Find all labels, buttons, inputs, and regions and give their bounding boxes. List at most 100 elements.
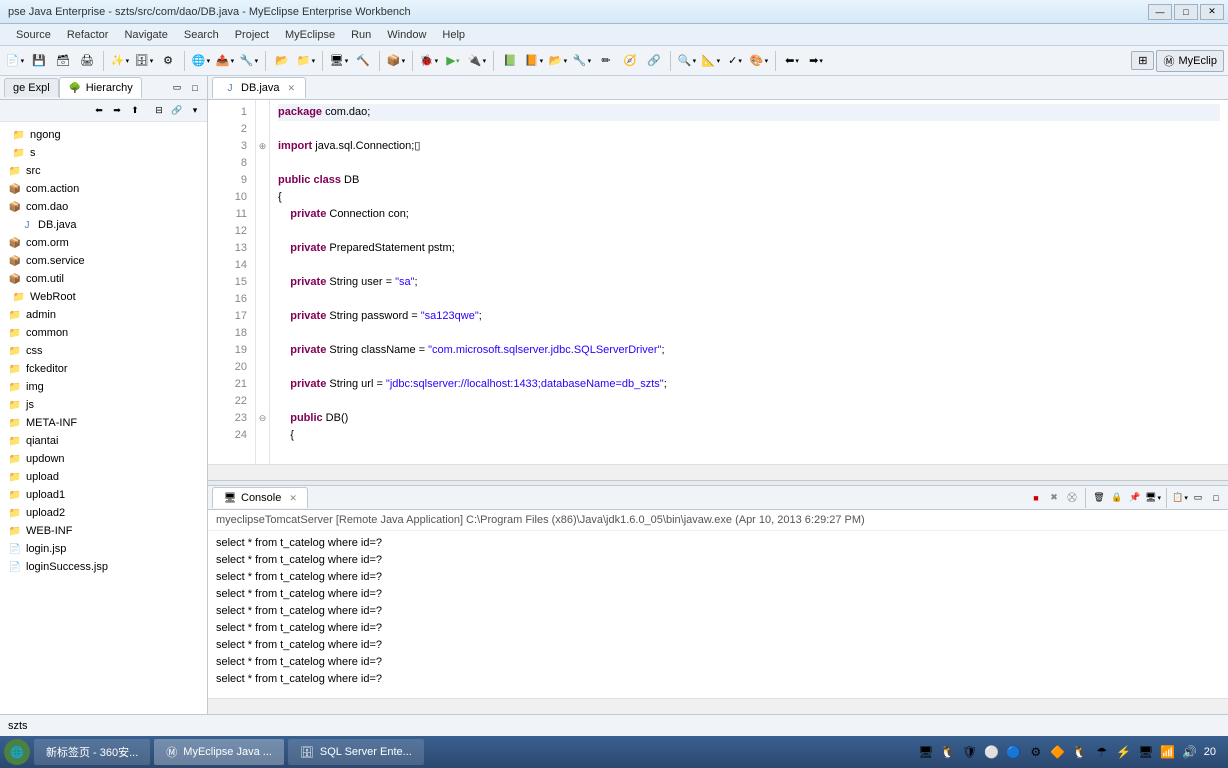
forward-icon[interactable]: ➡▾ [805, 50, 827, 72]
editor-tab-db-java[interactable]: J DB.java ✕ [212, 77, 306, 98]
debug-icon[interactable]: 🐞▾ [418, 50, 440, 72]
run-icon[interactable]: ▶▾ [442, 50, 464, 72]
tree-item[interactable]: 📄loginSuccess.jsp [0, 558, 207, 576]
taskbar-item-sqlserver[interactable]: 🗄 SQL Server Ente... [288, 739, 424, 765]
save-all-icon[interactable]: 🗃 [52, 50, 74, 72]
menu-run[interactable]: Run [343, 26, 379, 44]
screen-icon[interactable]: 🖥▾ [328, 50, 350, 72]
tree-item[interactable]: 📁WEB-INF [0, 522, 207, 540]
open-icon[interactable]: 📂 [271, 50, 293, 72]
tree-item[interactable]: 📁META-INF [0, 414, 207, 432]
new-icon[interactable]: 📄▾ [4, 50, 26, 72]
filter-icon[interactable]: 🔍▾ [676, 50, 698, 72]
editor-horizontal-scrollbar[interactable] [208, 464, 1228, 480]
tray-icon[interactable]: 🖥 [918, 744, 934, 760]
menu-search[interactable]: Search [176, 26, 227, 44]
tree-item[interactable]: 📁upload2 [0, 504, 207, 522]
menu-source[interactable]: Source [8, 26, 59, 44]
max-console-icon[interactable]: □ [1208, 490, 1224, 506]
menu-myeclipse[interactable]: MyEclipse [277, 26, 343, 44]
tray-clock[interactable]: 20 [1204, 746, 1216, 758]
forward-nav-icon[interactable]: ➡ [109, 103, 125, 119]
world-icon[interactable]: 🌐▾ [190, 50, 212, 72]
tree-item[interactable]: 📁js [0, 396, 207, 414]
minimize-view-icon[interactable]: ▭ [169, 80, 185, 96]
tree-item[interactable]: 📁s [0, 144, 207, 162]
pin-icon[interactable]: 📌 [1127, 490, 1143, 506]
view-menu-icon[interactable]: ▾ [187, 103, 203, 119]
scroll-lock-icon[interactable]: 🔒 [1109, 490, 1125, 506]
menu-window[interactable]: Window [379, 26, 434, 44]
tray-icon[interactable]: ☂ [1094, 744, 1110, 760]
code-editor[interactable]: 12389101112131415161718192021222324 ⊕⊖ p… [208, 100, 1228, 464]
tray-icon[interactable]: 🐧 [940, 744, 956, 760]
tree-item[interactable]: 📦com.dao [0, 198, 207, 216]
tree-item[interactable]: 📁updown [0, 450, 207, 468]
tree-item[interactable]: JDB.java [0, 216, 207, 234]
tree-item[interactable]: 📁fckeditor [0, 360, 207, 378]
tray-icon[interactable]: 🛡 [962, 744, 978, 760]
perspective-myeclipse[interactable]: Ⓜ MyEclip [1156, 50, 1224, 72]
server-icon[interactable]: 🔧▾ [238, 50, 260, 72]
open-console-icon[interactable]: 📋▾ [1172, 490, 1188, 506]
box-icon[interactable]: 📦▾ [385, 50, 407, 72]
edit-icon[interactable]: ✏ [595, 50, 617, 72]
folder-icon[interactable]: 📁▾ [295, 50, 317, 72]
tree-item[interactable]: 📁ngong [0, 126, 207, 144]
tray-icon[interactable]: 🐧 [1072, 744, 1088, 760]
fold-toggle-icon[interactable]: ⊕ [256, 138, 269, 155]
terminate-icon[interactable]: ■ [1028, 490, 1044, 506]
tree-item[interactable]: 📦com.orm [0, 234, 207, 252]
tray-icon[interactable]: 🔶 [1050, 744, 1066, 760]
tree-item[interactable]: 📁common [0, 324, 207, 342]
menu-refactor[interactable]: Refactor [59, 26, 117, 44]
tool-icon[interactable]: 🔨 [352, 50, 374, 72]
style-icon[interactable]: 🎨▾ [748, 50, 770, 72]
close-tab-icon[interactable]: ✕ [288, 83, 296, 94]
link-editor-icon[interactable]: 🔗 [169, 103, 185, 119]
close-console-icon[interactable]: ✕ [289, 493, 297, 504]
tree-item[interactable]: 📦com.action [0, 180, 207, 198]
tool2-icon[interactable]: 🔧▾ [571, 50, 593, 72]
new-class-icon[interactable]: 📙▾ [523, 50, 545, 72]
tab-hierarchy[interactable]: 🌳Hierarchy [59, 77, 142, 98]
console-output[interactable]: select * from t_catelog where id=?select… [208, 531, 1228, 698]
up-nav-icon[interactable]: ⬆ [127, 103, 143, 119]
new-pkg-icon[interactable]: 📗 [499, 50, 521, 72]
tree-item[interactable]: 📁css [0, 342, 207, 360]
remove-all-icon[interactable]: ⛒ [1064, 490, 1080, 506]
link-icon[interactable]: 🔗 [643, 50, 665, 72]
minimize-button[interactable]: — [1148, 4, 1172, 20]
console-horizontal-scrollbar[interactable] [208, 698, 1228, 714]
tray-icon[interactable]: 📶 [1160, 744, 1176, 760]
tree-item[interactable]: 📁img [0, 378, 207, 396]
tray-icon[interactable]: 🔵 [1006, 744, 1022, 760]
tree-item[interactable]: 📁upload1 [0, 486, 207, 504]
tree-item[interactable]: 📄login.jsp [0, 540, 207, 558]
wand-icon[interactable]: ✨▾ [109, 50, 131, 72]
close-button[interactable]: ✕ [1200, 4, 1224, 20]
menu-project[interactable]: Project [227, 26, 277, 44]
maximize-button[interactable]: □ [1174, 4, 1198, 20]
format-icon[interactable]: 📐▾ [700, 50, 722, 72]
tree-item[interactable]: 📦com.util [0, 270, 207, 288]
new-folder-icon[interactable]: 📂▾ [547, 50, 569, 72]
back-icon[interactable]: ⬅▾ [781, 50, 803, 72]
tray-volume-icon[interactable]: 🔊 [1182, 744, 1198, 760]
taskbar-item-browser[interactable]: 新标签页 - 360安... [34, 739, 150, 765]
package-tree[interactable]: 📁ngong📁s📁src📦com.action📦com.daoJDB.java📦… [0, 122, 207, 714]
back-nav-icon[interactable]: ⬅ [91, 103, 107, 119]
clear-icon[interactable]: 🗑 [1091, 490, 1107, 506]
gear-icon[interactable]: ⚙ [157, 50, 179, 72]
tree-item[interactable]: 📦com.service [0, 252, 207, 270]
deploy-icon[interactable]: 📤▾ [214, 50, 236, 72]
display-icon[interactable]: 🖥▾ [1145, 490, 1161, 506]
maximize-view-icon[interactable]: □ [187, 80, 203, 96]
print-icon[interactable]: 🖨 [76, 50, 98, 72]
min-console-icon[interactable]: ▭ [1190, 490, 1206, 506]
tray-icon[interactable]: 🖥 [1138, 744, 1154, 760]
tree-item[interactable]: 📁src [0, 162, 207, 180]
tree-item[interactable]: 📁WebRoot [0, 288, 207, 306]
taskbar-item-myeclipse[interactable]: Ⓜ MyEclipse Java ... [154, 739, 284, 765]
fold-toggle-icon[interactable]: ⊖ [256, 410, 269, 427]
